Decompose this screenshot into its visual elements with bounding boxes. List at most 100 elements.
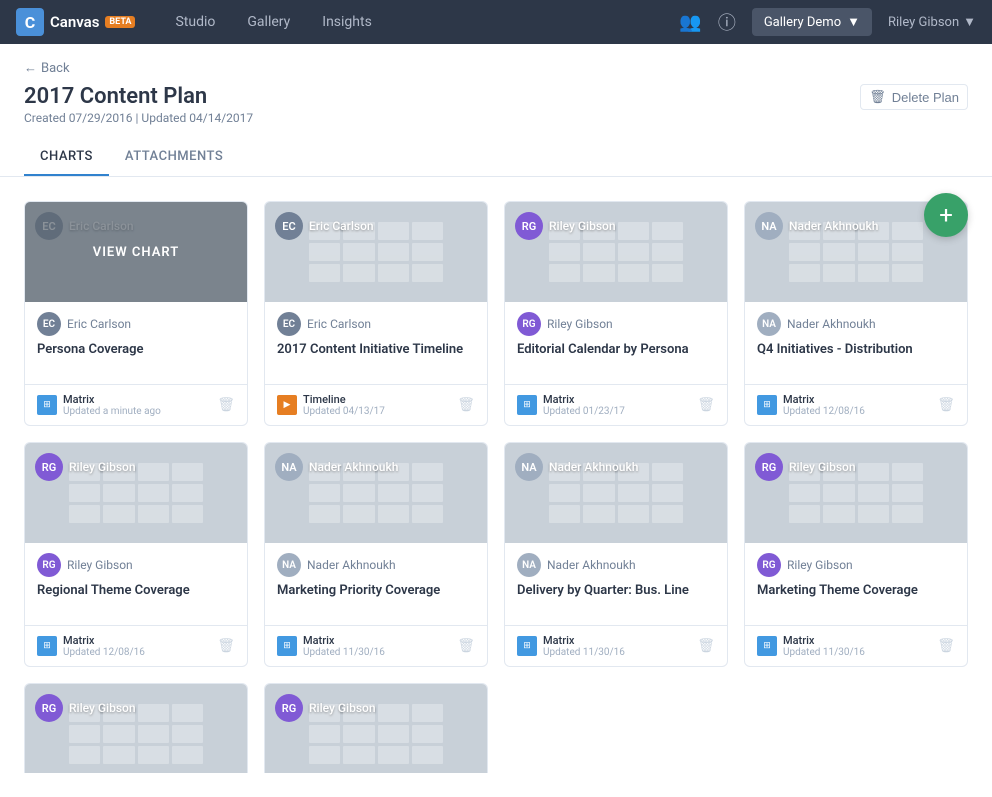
- avatar-small: EC: [37, 312, 61, 336]
- user-menu[interactable]: Riley Gibson ▼: [888, 14, 976, 30]
- page-header-top: 2017 Content Plan Created 07/29/2016 | U…: [24, 84, 968, 125]
- card-type-label: Matrix: [783, 634, 865, 647]
- card-footer: ⊞ Matrix Updated 12/08/16 🗑: [25, 625, 247, 666]
- card-preview-grid: [309, 704, 442, 764]
- card-body: NA Nader Akhnoukh Q4 Initiatives - Distr…: [745, 302, 967, 384]
- avatar-small: NA: [517, 553, 541, 577]
- info-icon[interactable]: ⓘ: [718, 9, 736, 35]
- card-preview-grid: [309, 222, 442, 282]
- chart-type-icon: ⊞: [37, 636, 57, 656]
- chart-type-icon: ⊞: [757, 636, 777, 656]
- card-author-name: Nader Akhnoukh: [787, 317, 876, 331]
- top-navigation: C Canvas BETA Studio Gallery Insights 👥 …: [0, 0, 992, 44]
- chart-card[interactable]: RG Riley Gibson RG Riley Gibson Regional…: [24, 442, 248, 667]
- card-author-name: Riley Gibson: [787, 558, 853, 572]
- chart-card[interactable]: RG Riley Gibson RG Riley Gibson Initiati…: [24, 683, 248, 773]
- canvas-logo-icon: C: [16, 8, 44, 36]
- card-preview-grid: [69, 463, 202, 523]
- workspace-name: Gallery Demo: [764, 15, 841, 30]
- chart-type-icon: ⊞: [757, 395, 777, 415]
- card-preview-grid: [69, 704, 202, 764]
- card-preview: EC Eric Carlson VIEW CHART: [25, 202, 247, 302]
- card-preview: EC Eric Carlson: [265, 202, 487, 302]
- nav-insights[interactable]: Insights: [306, 0, 388, 44]
- avatar-small: NA: [277, 553, 301, 577]
- chart-card[interactable]: NA Nader Akhnoukh NA Nader Akhnoukh Mark…: [264, 442, 488, 667]
- delete-card-icon[interactable]: 🗑: [697, 638, 715, 654]
- main-content: + EC Eric Carlson VIEW CHART EC Eric Car…: [0, 177, 992, 797]
- card-footer: ⊞ Matrix Updated a minute ago 🗑: [25, 384, 247, 425]
- delete-card-icon[interactable]: 🗑: [937, 638, 955, 654]
- card-update: Updated 12/08/16: [63, 647, 145, 658]
- chart-type-icon: ▶: [277, 395, 297, 415]
- card-author-row: RG Riley Gibson: [37, 553, 235, 577]
- delete-card-icon[interactable]: 🗑: [697, 397, 715, 413]
- card-preview: RG Riley Gibson: [265, 684, 487, 773]
- workspace-dropdown[interactable]: Gallery Demo ▼: [752, 8, 872, 36]
- users-icon[interactable]: 👥: [679, 12, 701, 33]
- page-title: 2017 Content Plan: [24, 84, 253, 109]
- brand-logo[interactable]: C Canvas BETA: [16, 8, 135, 36]
- chart-type-icon: ⊞: [37, 395, 57, 415]
- card-author-row: EC Eric Carlson: [277, 312, 475, 336]
- tab-attachments[interactable]: ATTACHMENTS: [109, 141, 239, 176]
- delete-card-icon[interactable]: 🗑: [217, 397, 235, 413]
- charts-grid: EC Eric Carlson VIEW CHART EC Eric Carls…: [24, 201, 968, 667]
- avatar: NA: [275, 453, 303, 481]
- avatar: RG: [515, 212, 543, 240]
- avatar-small: RG: [517, 312, 541, 336]
- chart-card[interactable]: EC Eric Carlson VIEW CHART EC Eric Carls…: [24, 201, 248, 426]
- card-body: RG Riley Gibson Editorial Calendar by Pe…: [505, 302, 727, 384]
- avatar-small: RG: [37, 553, 61, 577]
- user-name: Riley Gibson: [888, 15, 959, 30]
- card-type-info: ⊞ Matrix Updated 12/08/16: [37, 634, 145, 658]
- avatar-small: NA: [757, 312, 781, 336]
- card-type-info: ⊞ Matrix Updated 01/23/17: [517, 393, 625, 417]
- delete-card-icon[interactable]: 🗑: [457, 397, 475, 413]
- chart-card[interactable]: RG Riley Gibson RG Riley Gibson Initiati…: [264, 683, 488, 773]
- nav-right: 👥 ⓘ Gallery Demo ▼ Riley Gibson ▼: [679, 8, 976, 36]
- card-type-label: Matrix: [783, 393, 865, 406]
- chart-card[interactable]: RG Riley Gibson RG Riley Gibson Marketin…: [744, 442, 968, 667]
- card-type-label: Matrix: [303, 634, 385, 647]
- card-title: 2017 Content Initiative Timeline: [277, 342, 475, 374]
- card-type-info: ⊞ Matrix Updated 11/30/16: [277, 634, 385, 658]
- delete-plan-button[interactable]: 🗑 Delete Plan: [860, 84, 968, 110]
- card-title: Delivery by Quarter: Bus. Line: [517, 583, 715, 615]
- nav-studio[interactable]: Studio: [159, 0, 231, 44]
- card-author-row: EC Eric Carlson: [37, 312, 235, 336]
- card-preview: RG Riley Gibson: [25, 443, 247, 543]
- delete-card-icon[interactable]: 🗑: [937, 397, 955, 413]
- card-preview: RG Riley Gibson: [745, 443, 967, 543]
- add-chart-button[interactable]: +: [924, 193, 968, 237]
- card-type-info: ▶ Timeline Updated 04/13/17: [277, 393, 385, 417]
- card-footer: ⊞ Matrix Updated 12/08/16 🗑: [745, 384, 967, 425]
- tab-charts[interactable]: CHARTS: [24, 141, 109, 176]
- page-meta: Created 07/29/2016 | Updated 04/14/2017: [24, 111, 253, 125]
- card-author-name: Riley Gibson: [67, 558, 133, 572]
- card-author-name: Eric Carlson: [67, 317, 131, 331]
- chart-card[interactable]: NA Nader Akhnoukh NA Nader Akhnoukh Q4 I…: [744, 201, 968, 426]
- chart-card[interactable]: NA Nader Akhnoukh NA Nader Akhnoukh Deli…: [504, 442, 728, 667]
- card-footer: ⊞ Matrix Updated 11/30/16 🗑: [505, 625, 727, 666]
- chart-card[interactable]: RG Riley Gibson RG Riley Gibson Editoria…: [504, 201, 728, 426]
- delete-card-icon[interactable]: 🗑: [457, 638, 475, 654]
- back-label: Back: [41, 61, 70, 76]
- delete-card-icon[interactable]: 🗑: [217, 638, 235, 654]
- card-author-row: RG Riley Gibson: [517, 312, 715, 336]
- card-type-label: Matrix: [63, 393, 161, 406]
- view-chart-overlay[interactable]: VIEW CHART: [25, 202, 247, 302]
- card-author-row: NA Nader Akhnoukh: [517, 553, 715, 577]
- avatar: NA: [755, 212, 783, 240]
- chevron-down-icon: ▼: [847, 14, 860, 30]
- card-update: Updated 04/13/17: [303, 406, 385, 417]
- card-title: Marketing Priority Coverage: [277, 583, 475, 615]
- nav-gallery[interactable]: Gallery: [231, 0, 306, 44]
- card-update: Updated 11/30/16: [543, 647, 625, 658]
- card-preview: NA Nader Akhnoukh: [265, 443, 487, 543]
- card-author-name: Nader Akhnoukh: [307, 558, 396, 572]
- chart-card[interactable]: EC Eric Carlson EC Eric Carlson 2017 Con…: [264, 201, 488, 426]
- user-chevron-icon: ▼: [963, 14, 976, 30]
- card-author-name: Riley Gibson: [547, 317, 613, 331]
- back-button[interactable]: ← Back: [24, 60, 968, 76]
